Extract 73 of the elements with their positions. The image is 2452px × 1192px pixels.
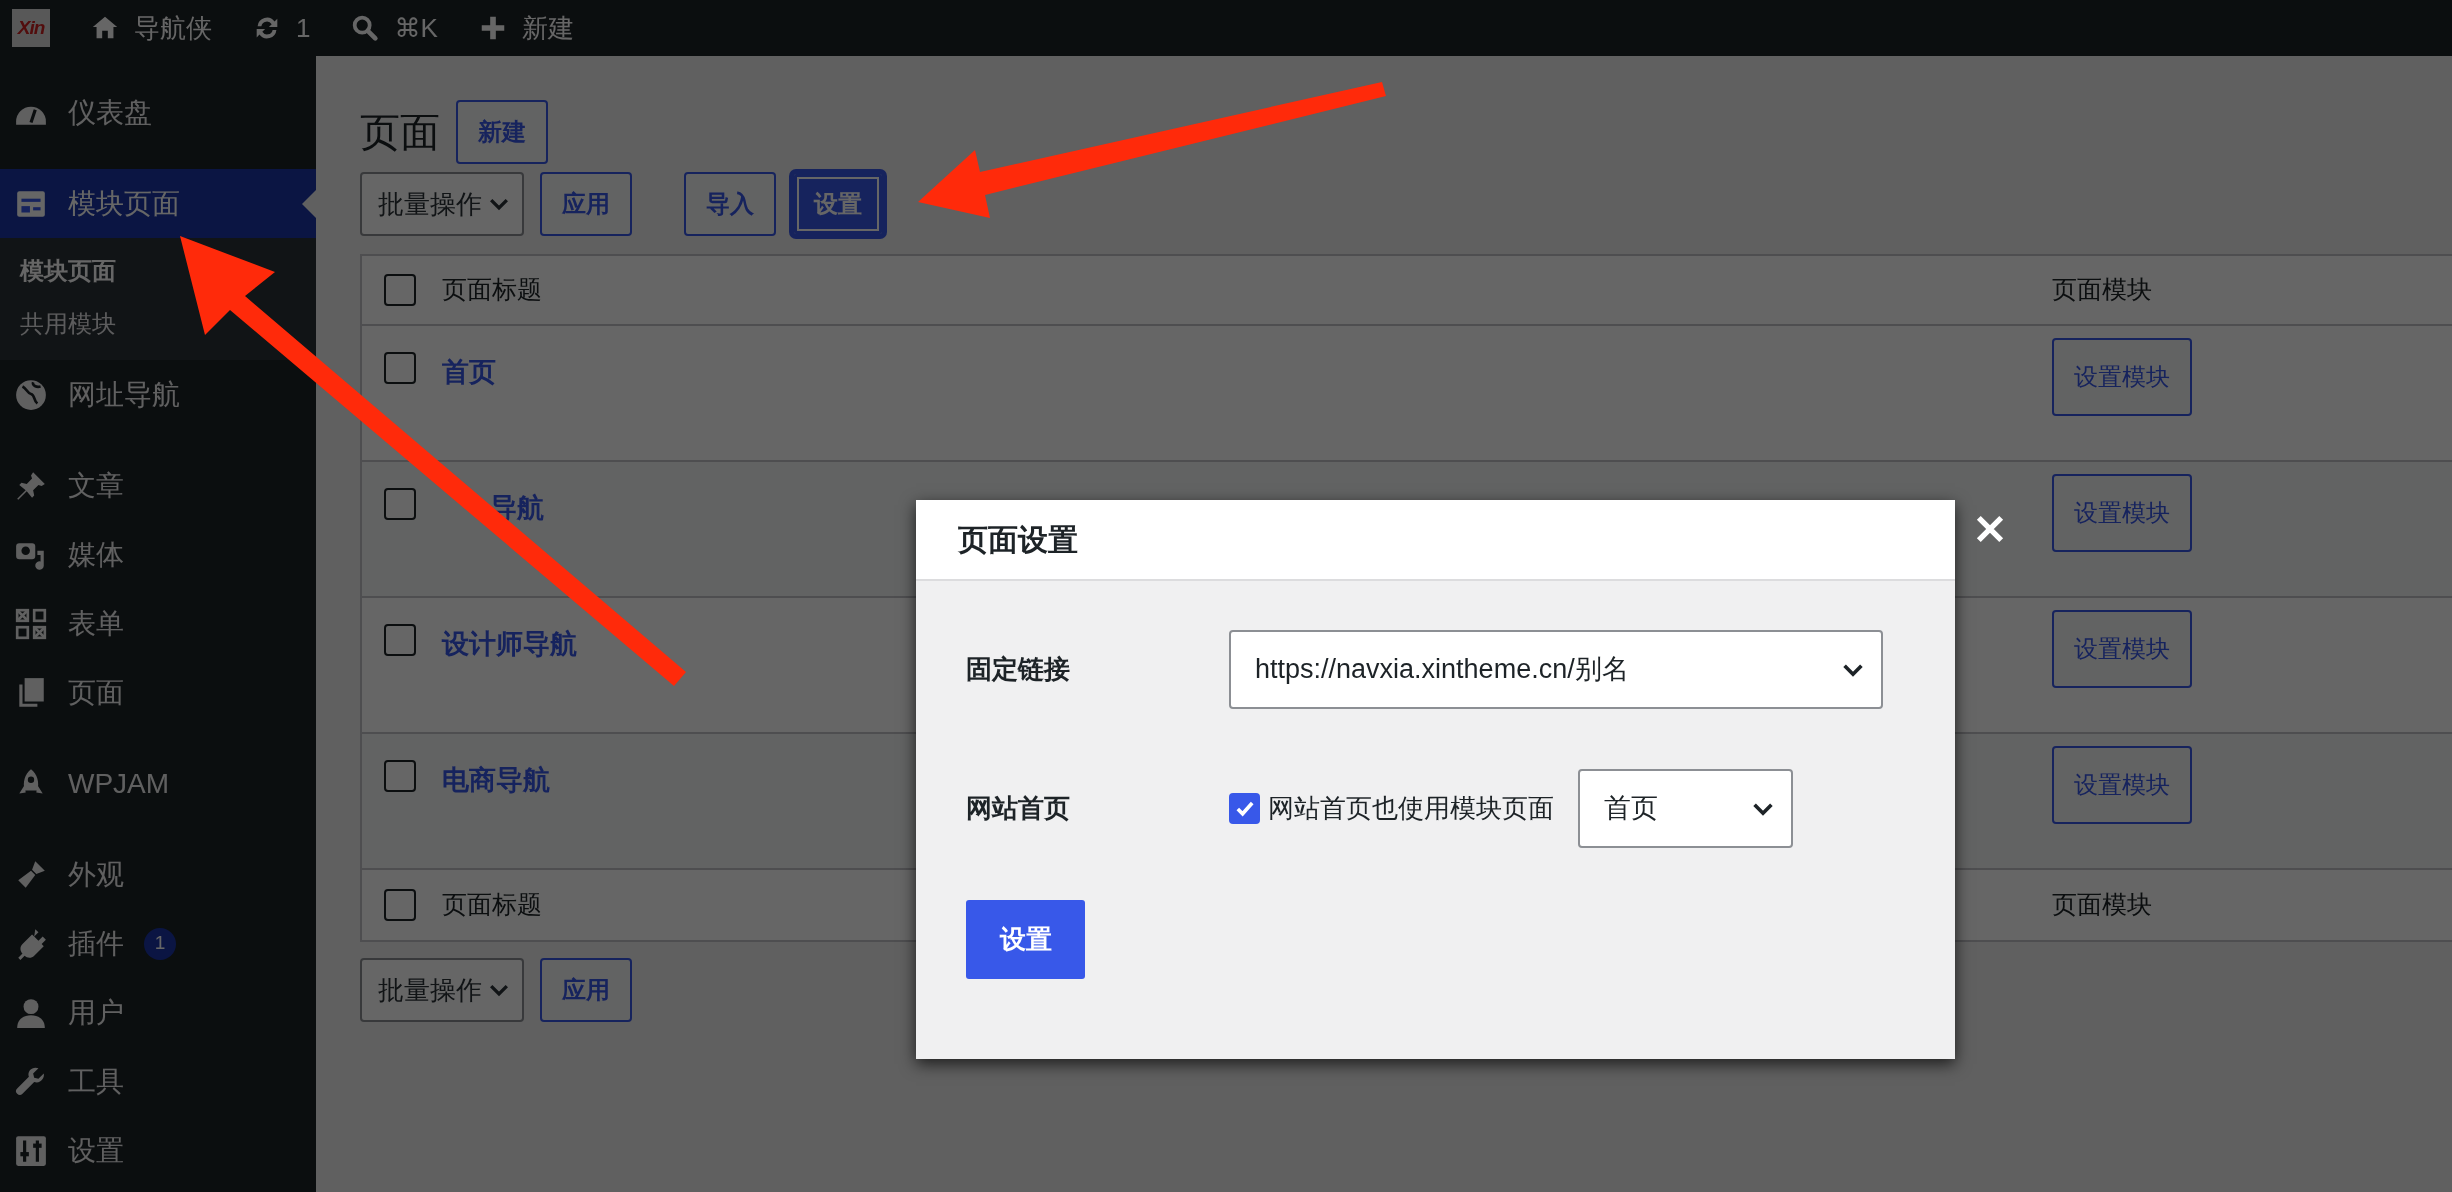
admin-bar-item[interactable]: 1	[252, 8, 311, 48]
homepage-select[interactable]: 首页	[1578, 769, 1793, 848]
toolbar-button[interactable]: 应用	[540, 958, 632, 1022]
column-header: 页面模块	[2052, 890, 2152, 919]
checkbox-label: 网站首页也使用模块页面	[1268, 792, 1554, 825]
bulk-action-select[interactable]: 批量操作	[360, 958, 524, 1022]
field-label: 网站首页	[966, 792, 1071, 825]
field-label: 固定链接	[966, 653, 1071, 686]
admin-bar-label: 导航侠	[134, 11, 212, 45]
set-module-button[interactable]: 设置模块	[2052, 338, 2192, 416]
sidebar-label: 插件	[68, 926, 124, 961]
select-all-checkbox[interactable]	[384, 889, 416, 921]
sidebar-label: 设置	[68, 1133, 124, 1168]
sidebar-label: 外观	[68, 857, 124, 892]
column-header: 页面标题	[442, 890, 542, 919]
sidebar-item[interactable]: 模块页面	[0, 169, 316, 238]
set-module-button[interactable]: 设置模块	[2052, 746, 2192, 824]
toolbar-button[interactable]: 应用	[540, 172, 632, 236]
globe-icon	[14, 377, 48, 412]
sliders-icon	[14, 1133, 48, 1168]
select-value: https://navxia.xintheme.cn/别名	[1255, 653, 1629, 687]
sidebar-label: WPJAM	[68, 766, 170, 801]
select-label: 批量操作	[378, 187, 482, 221]
sidebar-label: 文章	[68, 468, 124, 503]
sidebar-item[interactable]: 外观	[0, 840, 316, 909]
sidebar-label: 表单	[68, 606, 124, 641]
checkbox[interactable]	[1229, 793, 1260, 824]
grid-icon	[14, 606, 48, 641]
toolbar-button[interactable]: 导入	[684, 172, 776, 236]
sidebar-label: 模块页面	[68, 186, 180, 221]
sidebar-item[interactable]: 设置	[0, 1116, 316, 1185]
sidebar-item[interactable]: WPJAM	[0, 749, 316, 818]
close-icon[interactable]	[1974, 513, 2006, 545]
count-badge: 1	[144, 927, 176, 960]
select-label: 批量操作	[378, 973, 482, 1007]
submit-button[interactable]: 设置	[966, 900, 1085, 979]
admin-bar-label: ⌘K	[394, 11, 438, 45]
page-title-link[interactable]: 设计师导航	[442, 629, 577, 659]
admin-bar-item[interactable]: ⌘K	[350, 8, 438, 48]
sidebar-item[interactable]: 工具	[0, 1047, 316, 1116]
sidebar-item[interactable]: 插件 1	[0, 909, 316, 978]
sidebar-label: 网址导航	[68, 377, 180, 412]
page-title: 页面	[360, 112, 440, 152]
page-title-link[interactable]: 首页	[442, 357, 496, 387]
add-new-button[interactable]: 新建	[456, 100, 548, 164]
sidebar-label: 工具	[68, 1064, 124, 1099]
set-module-button[interactable]: 设置模块	[2052, 610, 2192, 688]
row-checkbox[interactable]	[384, 624, 416, 656]
admin-bar-item[interactable]: 导航侠	[90, 8, 212, 48]
sidebar-item[interactable]: 仪表盘	[0, 78, 316, 147]
admin-bar-label: 1	[296, 11, 311, 45]
toolbar-button[interactable]: 设置	[792, 172, 884, 236]
row-checkbox[interactable]	[384, 488, 416, 520]
admin-bar-item[interactable]: 新建	[477, 8, 574, 48]
sidebar-label: 用户	[68, 995, 124, 1030]
column-header: 页面模块	[2052, 275, 2152, 304]
set-module-button[interactable]: 设置模块	[2052, 474, 2192, 552]
search-icon	[350, 13, 381, 43]
bulk-action-select[interactable]: 批量操作	[360, 172, 524, 236]
permalink-select[interactable]: https://navxia.xintheme.cn/别名	[1229, 630, 1883, 709]
admin-bar-label: 新建	[521, 11, 574, 45]
site-logo[interactable]: Xin	[12, 9, 50, 47]
sidebar-item[interactable]: 用户	[0, 978, 316, 1047]
sidebar-label: 仪表盘	[68, 95, 152, 130]
column-header: 页面标题	[442, 275, 542, 304]
select-all-checkbox[interactable]	[384, 274, 416, 306]
sidebar-label: 页面	[68, 675, 124, 710]
select-value: 首页	[1604, 792, 1658, 826]
row-checkbox[interactable]	[384, 352, 416, 384]
sidebar-label: 媒体	[68, 537, 124, 572]
page-title-link[interactable]: 电商导航	[442, 765, 550, 795]
dialog-title: 页面设置	[916, 500, 1955, 581]
row-checkbox[interactable]	[384, 760, 416, 792]
